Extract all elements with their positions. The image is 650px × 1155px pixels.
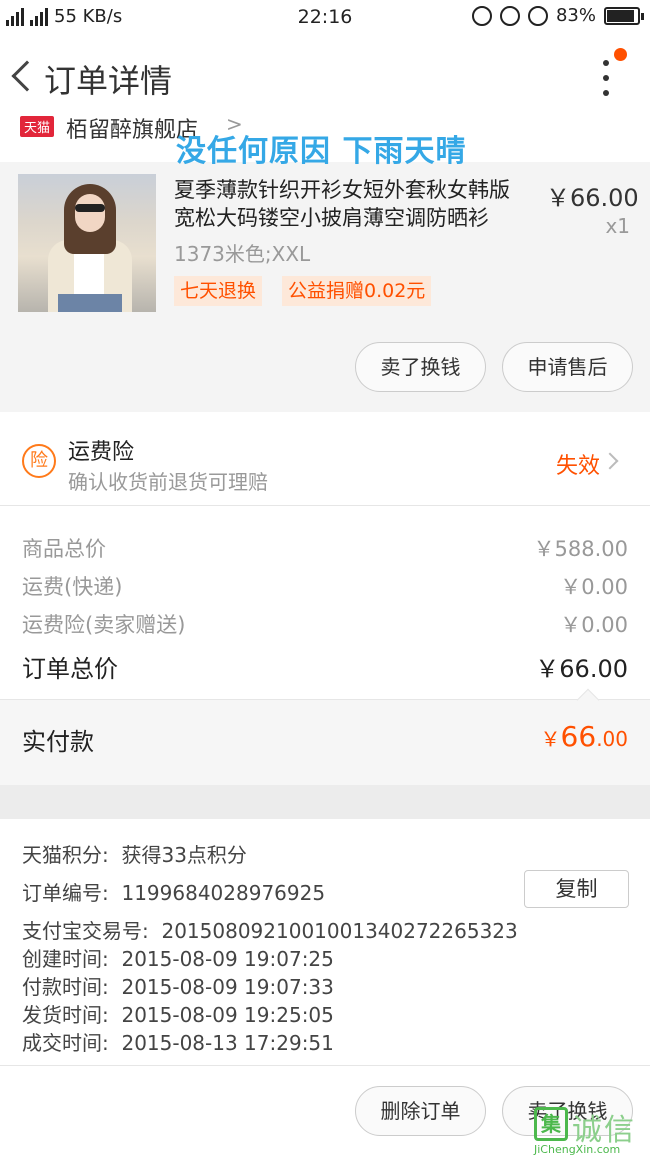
- shipped-time-value: 2015-08-09 19:25:05: [121, 1003, 334, 1027]
- paid-time-value: 2015-08-09 19:07:33: [121, 975, 334, 999]
- order-number-row: 订单编号: 1199684028976925: [22, 877, 325, 906]
- points-row: 天猫积分: 获得33点积分: [22, 839, 247, 868]
- watermark-logo: 集 诚信 JiChengXin.com: [532, 1103, 650, 1155]
- order-number-value: 1199684028976925: [121, 881, 326, 905]
- more-menu-icon[interactable]: [596, 58, 616, 98]
- delete-order-button[interactable]: 删除订单: [355, 1086, 486, 1136]
- insurance-status: 失效: [556, 454, 601, 479]
- order-info: 天猫积分: 获得33点积分 订单编号: 1199684028976925 复制 …: [0, 819, 650, 1065]
- product-quantity: x1: [605, 214, 630, 238]
- back-icon[interactable]: [8, 58, 36, 98]
- overlay-caption: 没任何原因 下雨天晴: [176, 134, 467, 169]
- page-title: 订单详情: [44, 62, 173, 100]
- closed-time-label: 成交时间:: [22, 1031, 109, 1055]
- section-divider: [0, 785, 650, 819]
- shipping-insurance-row[interactable]: 险 运费险 确认收货前退货可理赔 失效: [0, 412, 650, 506]
- status-bar: 55 KB/s 22:16 83%: [0, 0, 650, 34]
- created-time-value: 2015-08-09 19:07:25: [121, 947, 334, 971]
- after-sale-button[interactable]: 申请售后: [502, 342, 633, 392]
- insurance-subtitle: 确认收货前退货可理赔: [68, 470, 268, 494]
- cost-summary: 商品总价 ￥588.00 运费(快递) ￥0.00 运费险(卖家赠送) ￥0.0…: [0, 507, 650, 699]
- paid-currency: ￥: [540, 727, 561, 751]
- nav-header: 订单详情: [0, 34, 650, 120]
- sell-for-cash-button[interactable]: 卖了换钱: [355, 342, 486, 392]
- paid-integer: 66: [560, 720, 597, 753]
- paid-time-row: 付款时间: 2015-08-09 19:07:33: [22, 971, 334, 1000]
- return-policy-tag: 七天退换: [174, 276, 263, 306]
- order-number-label: 订单编号:: [22, 881, 109, 905]
- vibrate-icon: [471, 5, 492, 26]
- product-title[interactable]: 夏季薄款针织开衫女短外套秋女韩版宽松大码镂空小披肩薄空调防晒衫: [174, 176, 530, 232]
- shipping-fee-value: ￥0.00: [560, 575, 628, 599]
- closed-time-row: 成交时间: 2015-08-13 17:29:51: [22, 1027, 334, 1056]
- alarm-icon: [527, 5, 548, 26]
- copy-button[interactable]: 复制: [524, 870, 629, 908]
- chevron-right-icon: [601, 452, 619, 470]
- paid-label: 实付款: [22, 728, 94, 756]
- watermark-mark: 集: [534, 1107, 568, 1141]
- points-value: 获得33点积分: [121, 843, 247, 867]
- insurance-title: 运费险: [68, 440, 135, 465]
- rotation-lock-icon: [499, 5, 520, 26]
- order-item: 夏季薄款针织开衫女短外套秋女韩版宽松大码镂空小披肩薄空调防晒衫 1373米色;X…: [0, 162, 650, 412]
- tmall-badge: 天猫: [20, 116, 55, 137]
- notification-dot: [614, 48, 627, 61]
- battery-icon: [604, 6, 644, 25]
- paid-decimal: .00: [596, 727, 628, 751]
- paid-value: ￥66.00: [541, 720, 628, 753]
- goods-total-value: ￥588.00: [533, 537, 628, 561]
- order-total-label: 订单总价: [22, 655, 118, 683]
- shipping-fee-label: 运费(快递): [22, 575, 123, 599]
- charity-tag: 公益捐赠0.02元: [282, 276, 432, 306]
- alipay-label: 支付宝交易号:: [22, 919, 149, 943]
- insurance-fee-label: 运费险(卖家赠送): [22, 613, 186, 637]
- product-price: ￥66.00: [546, 184, 639, 212]
- points-label: 天猫积分:: [22, 843, 109, 867]
- watermark-url: JiChengXin.com: [534, 1143, 621, 1155]
- alipay-value: 2015080921001001340272265323: [161, 919, 518, 943]
- product-sku: 1373米色;XXL: [174, 242, 311, 266]
- closed-time-value: 2015-08-13 17:29:51: [121, 1031, 334, 1055]
- battery-percent: 83%: [555, 5, 596, 26]
- actual-paid: 实付款 ￥66.00: [0, 688, 650, 785]
- created-time-label: 创建时间:: [22, 947, 109, 971]
- status-right: 83%: [471, 5, 644, 26]
- shipped-time-row: 发货时间: 2015-08-09 19:25:05: [22, 999, 334, 1028]
- product-image[interactable]: [18, 174, 156, 312]
- alipay-row: 支付宝交易号: 2015080921001001340272265323: [22, 915, 518, 944]
- paid-time-label: 付款时间:: [22, 975, 109, 999]
- created-time-row: 创建时间: 2015-08-09 19:07:25: [22, 943, 334, 972]
- insurance-fee-value: ￥0.00: [560, 613, 628, 637]
- goods-total-label: 商品总价: [22, 537, 106, 561]
- insurance-icon: 险: [22, 444, 56, 478]
- order-total-value: ￥66.00: [535, 655, 628, 683]
- shipped-time-label: 发货时间:: [22, 1003, 109, 1027]
